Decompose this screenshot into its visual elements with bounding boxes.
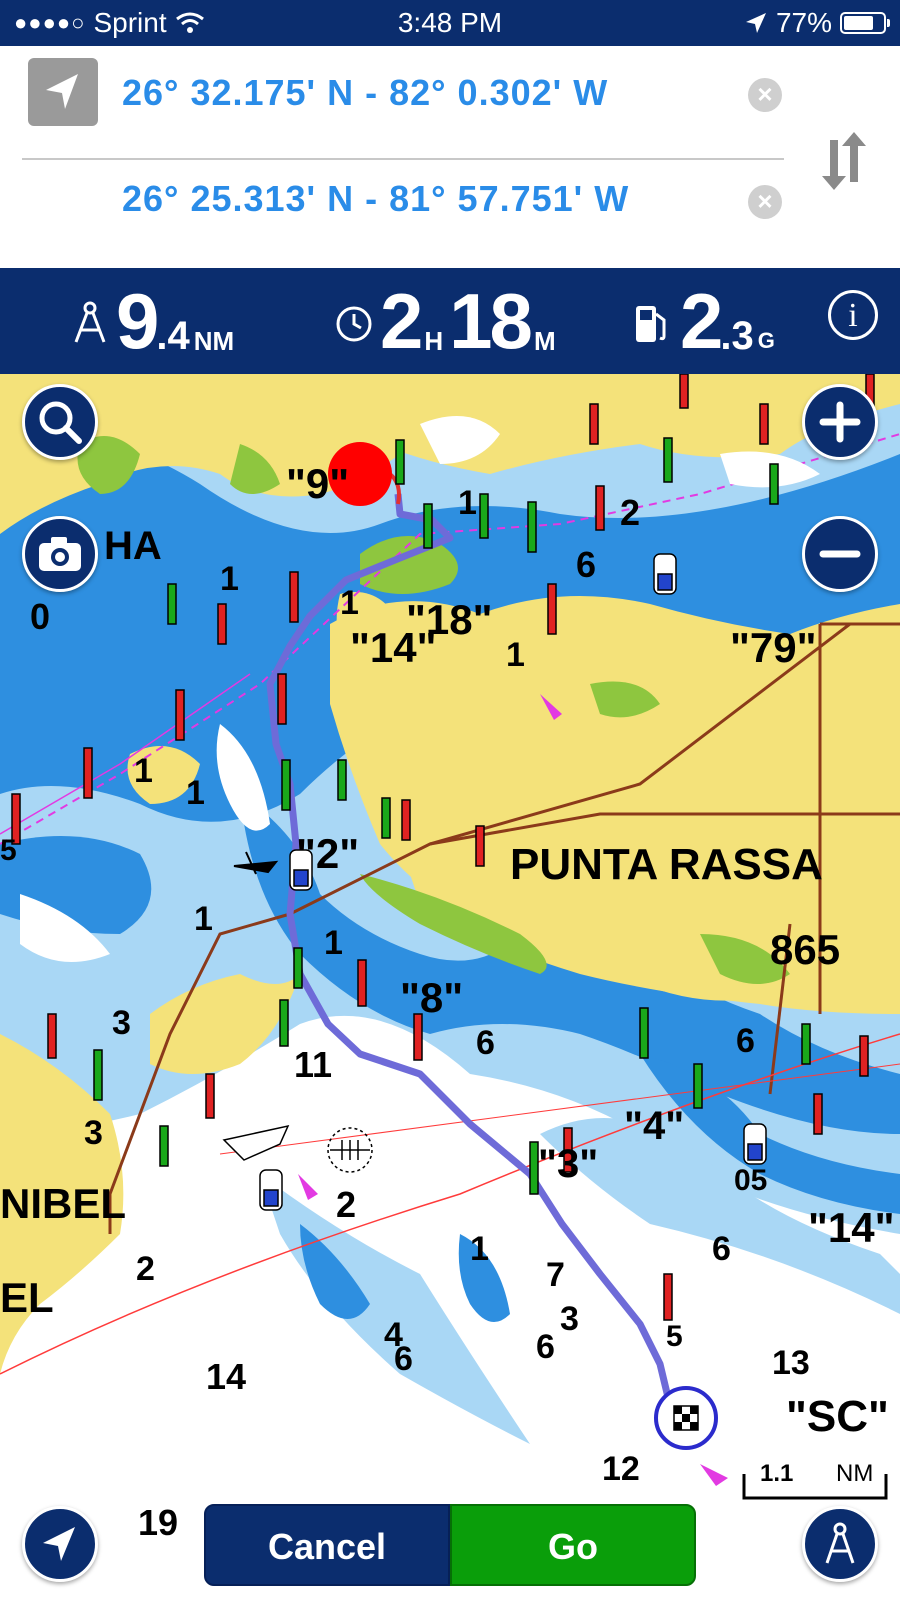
map-label: "14" (350, 624, 437, 671)
info-button[interactable]: i (828, 290, 878, 340)
depth-sounding: 6 (476, 1024, 495, 1062)
nautical-chart-map[interactable]: "9" HA "18" "14" "79" "2" PUNTA RASSA 86… (0, 374, 900, 1600)
plus-icon (819, 401, 861, 443)
minus-icon (819, 550, 861, 558)
depth-sounding: 6 (576, 544, 597, 585)
duration-hours: 2 (380, 277, 423, 365)
depth-sounding: 3 (560, 1300, 579, 1338)
depth-sounding: 1 (506, 636, 525, 674)
distance-stat: 9 .4 NM (70, 280, 234, 360)
distance-unit: NM (193, 326, 235, 356)
clear-end-button[interactable]: × (748, 185, 782, 219)
depth-sounding: 1 (324, 924, 343, 962)
depth-sounding: 3 (84, 1114, 103, 1152)
cancel-button[interactable]: Cancel (204, 1504, 450, 1586)
swap-route-icon[interactable] (820, 126, 870, 190)
scale-value: 1.1 (760, 1460, 794, 1487)
minutes-unit: M (533, 326, 556, 356)
start-location-button[interactable] (28, 58, 98, 126)
end-coordinate-field[interactable]: 26° 25.313' N - 81° 57.751' W (122, 178, 629, 220)
compass-icon (825, 1522, 855, 1564)
depth-sounding: 1 (458, 484, 477, 522)
navigation-arrow-icon (46, 74, 78, 109)
depth-sounding: 5 (666, 1320, 683, 1353)
fuel-unit: G (757, 328, 775, 353)
distance-value: 9 (116, 277, 159, 365)
distance-decimal: .4 (156, 314, 190, 358)
depth-sounding: 19 (138, 1502, 179, 1543)
clear-start-button[interactable]: × (748, 78, 782, 112)
start-coordinate-field[interactable]: 26° 32.175' N - 82° 0.302' W (122, 72, 608, 114)
depth-sounding: 05 (734, 1164, 768, 1197)
battery-icon (840, 12, 890, 34)
depth-sounding: 2 (336, 1184, 357, 1225)
scale-unit: NM (836, 1460, 874, 1487)
depth-sounding: 2 (620, 492, 641, 533)
distance-compass-icon (74, 301, 106, 343)
status-bar: ●●●●○ Sprint 3:48 PM 77% (0, 0, 900, 46)
battery-fill (844, 16, 874, 30)
locate-me-button[interactable] (22, 1506, 98, 1582)
depth-sounding: 12 (602, 1450, 640, 1488)
map-label: "8" (400, 974, 464, 1021)
depth-sounding: 1 (220, 560, 239, 598)
fuel-value: 2 (680, 277, 723, 365)
camera-button[interactable] (22, 516, 98, 592)
depth-sounding: 1 (186, 774, 205, 812)
route-stats-bar: 9 .4 NM 2 H 18 M 2 .3 G i (0, 268, 900, 374)
map-label: "SC" (786, 1392, 889, 1441)
zoom-out-button[interactable] (802, 516, 878, 592)
duration-stat: 2 H 18 M (334, 280, 556, 360)
depth-sounding: 2 (136, 1250, 155, 1288)
zoom-in-button[interactable] (802, 384, 878, 460)
route-divider (22, 158, 784, 160)
map-label: "9" (286, 460, 350, 507)
go-button[interactable]: Go (450, 1504, 696, 1586)
map-label: EL (0, 1274, 54, 1321)
status-right: 77% (744, 7, 890, 39)
search-button[interactable] (22, 384, 98, 460)
map-label: "2" (296, 830, 360, 877)
route-settings-button[interactable] (802, 1506, 878, 1582)
depth-sounding: 6 (736, 1022, 755, 1060)
depth-sounding: 13 (772, 1344, 810, 1382)
depth-sounding: 6 (712, 1230, 731, 1268)
location-arrow-icon (745, 13, 766, 33)
depth-sounding: 5 (0, 834, 17, 867)
fuel-decimal: .3 (720, 314, 754, 358)
depth-sounding: 1 (470, 1230, 489, 1268)
depth-sounding: 3 (112, 1004, 131, 1042)
depth-sounding: 7 (546, 1256, 565, 1294)
depth-sounding: 6 (394, 1340, 413, 1378)
map-label: "3" (538, 1142, 599, 1186)
map-label: NIBEL (0, 1180, 126, 1227)
depth-sounding: 6 (536, 1328, 555, 1366)
search-icon (39, 401, 82, 444)
chart-labels: "9" HA "18" "14" "79" "2" PUNTA RASSA 86… (0, 374, 900, 1600)
depth-sounding: 1 (340, 584, 359, 622)
clock-icon (336, 306, 372, 342)
map-label: "4" (624, 1104, 685, 1148)
fuel-pump-icon (636, 306, 666, 342)
place-label-punta-rassa: PUNTA RASSA (510, 840, 823, 889)
map-label: 865 (770, 926, 841, 973)
route-panel: 26° 32.175' N - 82° 0.302' W × 26° 25.31… (0, 46, 900, 268)
depth-sounding: 0 (30, 596, 51, 637)
duration-minutes: 18 (449, 277, 533, 365)
map-label: "14" (808, 1204, 895, 1251)
map-label: "79" (730, 624, 817, 671)
hours-unit: H (424, 326, 444, 356)
depth-sounding: 1 (134, 752, 153, 790)
navigation-arrow-icon (43, 1527, 75, 1561)
depth-sounding: 14 (206, 1356, 247, 1397)
map-label: HA (104, 524, 162, 568)
fuel-stat: 2 .3 G (632, 280, 775, 360)
battery-percent: 77% (775, 7, 832, 38)
depth-sounding: 11 (294, 1044, 333, 1085)
depth-sounding: 1 (194, 900, 213, 938)
camera-icon (39, 537, 81, 571)
